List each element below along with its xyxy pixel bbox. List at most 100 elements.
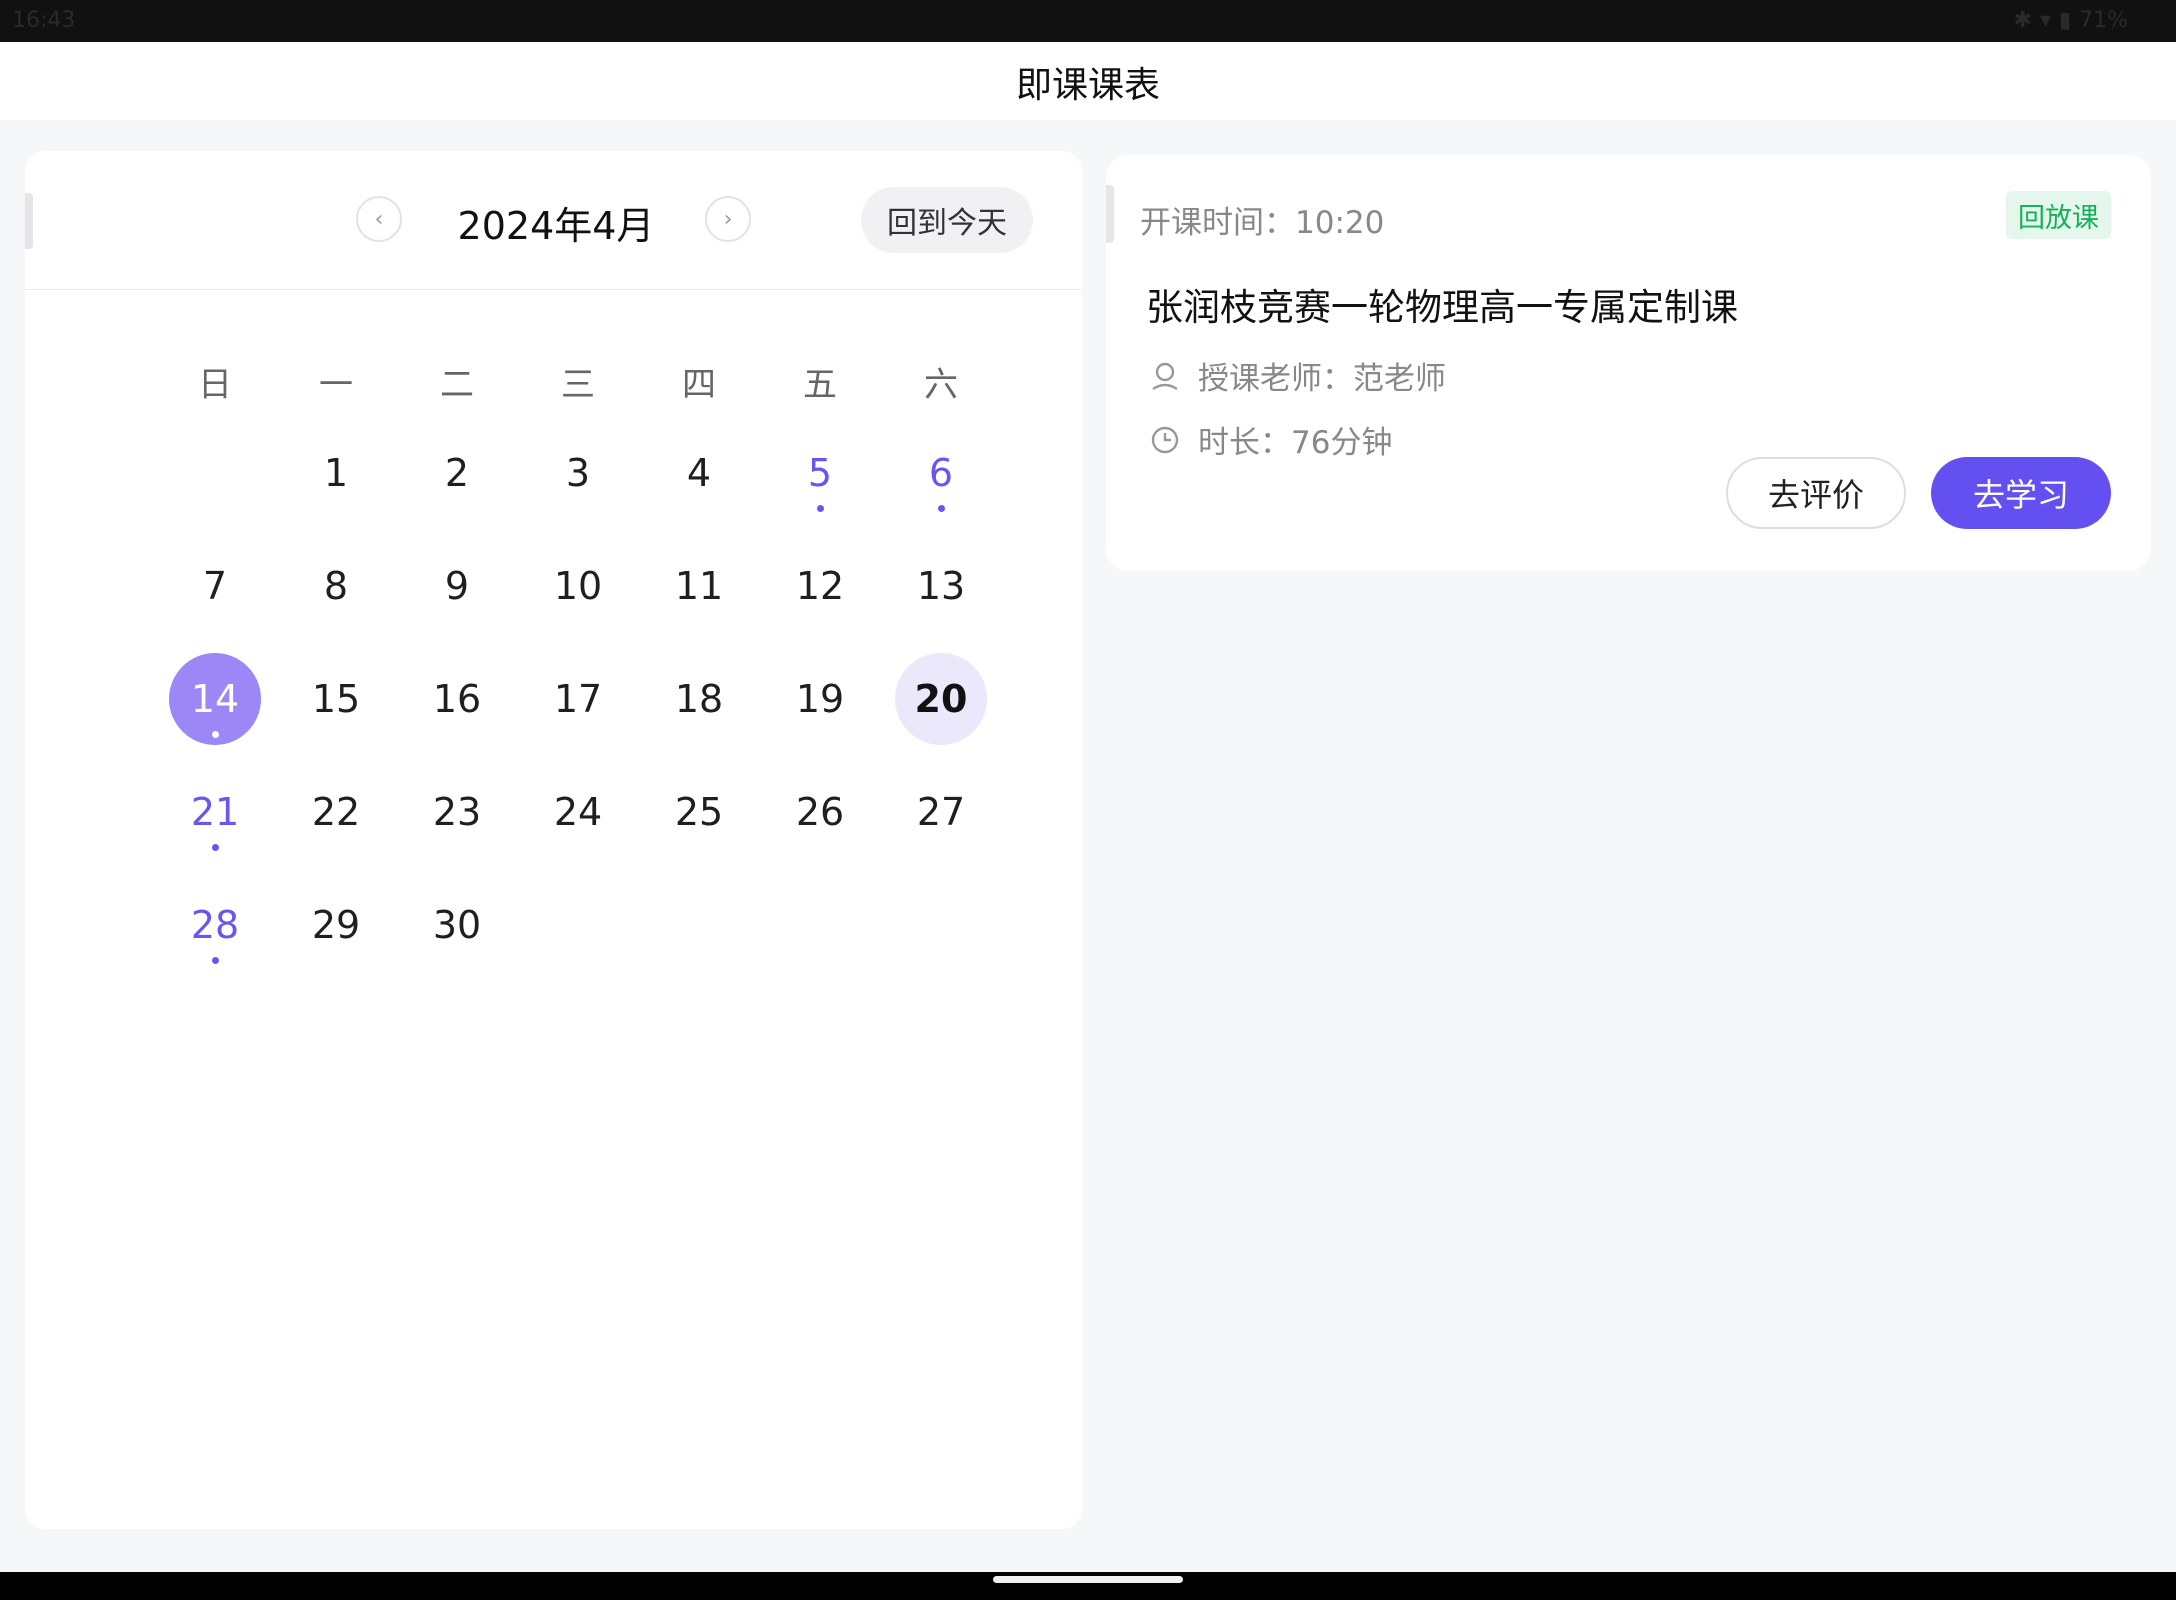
course-indicator-dot — [817, 505, 824, 512]
calendar-day[interactable]: 10 — [532, 540, 624, 632]
course-duration: 时长：76分钟 — [1198, 425, 1393, 461]
battery-level: 71% — [2079, 8, 2128, 33]
weekday-label: 二 — [440, 365, 474, 405]
teacher-name: 授课老师：范老师 — [1198, 361, 1446, 397]
day-number: 25 — [674, 790, 724, 834]
weekday-label: 日 — [198, 365, 232, 405]
day-number: 11 — [674, 564, 724, 608]
calendar-day[interactable]: 17 — [532, 653, 624, 745]
day-number: 26 — [795, 790, 845, 834]
clock-icon — [1151, 426, 1179, 453]
day-number: 3 — [565, 451, 591, 495]
calendar-day[interactable]: 26 — [774, 766, 866, 858]
course-indicator-dot — [212, 731, 219, 738]
calendar-day[interactable]: 13 — [895, 540, 987, 632]
study-button[interactable]: 去学习 — [1931, 457, 2111, 529]
bluetooth-icon: ✱ — [2013, 8, 2032, 33]
calendar-day[interactable]: 2 — [411, 427, 503, 519]
day-number: 10 — [553, 564, 603, 608]
day-number: 23 — [432, 790, 482, 834]
course-type-badge: 回放课 — [2006, 191, 2111, 239]
calendar-day[interactable]: 24 — [532, 766, 624, 858]
day-number: 24 — [553, 790, 603, 834]
day-number: 6 — [928, 451, 954, 495]
calendar-day[interactable]: 12 — [774, 540, 866, 632]
page-title: 即课课表 — [1015, 65, 1160, 106]
course-indicator-dot — [938, 505, 945, 512]
course-card[interactable]: 开课时间：10:20 回放课 张润枝竞赛一轮物理高一专属定制课 授课老师：范老师… — [1106, 155, 2151, 571]
day-number: 29 — [311, 903, 361, 947]
calendar-day[interactable]: 29 — [290, 879, 382, 971]
calendar-day[interactable]: 9 — [411, 540, 503, 632]
day-number: 17 — [553, 677, 603, 721]
home-gesture-handle[interactable] — [993, 1576, 1183, 1583]
course-title: 张润枝竞赛一轮物理高一专属定制课 — [1146, 286, 1738, 329]
calendar-day[interactable]: 27 — [895, 766, 987, 858]
top-bar: 即课课表 — [0, 42, 2176, 120]
calendar-day[interactable]: 3 — [532, 427, 624, 519]
back-to-today-button[interactable]: 回到今天 — [861, 187, 1033, 253]
teacher-row: 授课老师：范老师 — [1150, 353, 1446, 398]
calendar-day[interactable]: 7 — [169, 540, 261, 632]
month-title: 2024年4月 — [457, 204, 655, 248]
day-number: 13 — [916, 564, 966, 608]
card-edge-handle — [1106, 185, 1114, 243]
day-number: 12 — [795, 564, 845, 608]
calendar-day[interactable]: 28 — [169, 879, 261, 971]
calendar-day[interactable]: 30 — [411, 879, 503, 971]
calendar-day[interactable]: 16 — [411, 653, 503, 745]
weekday-label: 五 — [803, 365, 837, 405]
day-number: 7 — [202, 564, 228, 608]
day-number: 1 — [323, 451, 349, 495]
day-number: 19 — [795, 677, 845, 721]
day-number: 2 — [444, 451, 470, 495]
calendar-day[interactable]: 4 — [653, 427, 745, 519]
battery-icon: ▮ — [2058, 8, 2072, 33]
day-number: 28 — [190, 903, 240, 947]
day-number: 8 — [323, 564, 349, 608]
day-number: 15 — [311, 677, 361, 721]
chevron-left-icon: ‹ — [374, 206, 384, 232]
day-number: 30 — [432, 903, 482, 947]
calendar-day[interactable]: 18 — [653, 653, 745, 745]
weekday-label: 六 — [924, 365, 958, 405]
calendar-day[interactable]: 25 — [653, 766, 745, 858]
status-time: 16:43 — [12, 8, 76, 33]
day-number: 20 — [914, 677, 968, 721]
calendar-day[interactable]: 19 — [774, 653, 866, 745]
calendar-day[interactable]: 23 — [411, 766, 503, 858]
calendar-day[interactable]: 5 — [774, 427, 866, 519]
day-number: 21 — [190, 790, 240, 834]
course-start-time: 开课时间：10:20 — [1140, 205, 1385, 241]
calendar-day[interactable]: 15 — [290, 653, 382, 745]
chevron-right-icon: › — [723, 206, 733, 232]
wifi-icon: ▾ — [2039, 8, 2051, 33]
calendar-day[interactable]: 8 — [290, 540, 382, 632]
day-number: 5 — [807, 451, 833, 495]
prev-month-button[interactable]: ‹ — [356, 196, 402, 242]
calendar-day[interactable]: 21 — [169, 766, 261, 858]
calendar-day[interactable]: 14 — [169, 653, 261, 745]
day-number: 4 — [686, 451, 712, 495]
calendar-day[interactable]: 22 — [290, 766, 382, 858]
calendar-day[interactable]: 1 — [290, 427, 382, 519]
weekday-label: 四 — [682, 365, 716, 405]
calendar-header: ‹ 2024年4月 › 回到今天 — [25, 151, 1082, 290]
course-indicator-dot — [212, 844, 219, 851]
course-indicator-dot — [212, 957, 219, 964]
review-button[interactable]: 去评价 — [1726, 457, 1906, 529]
next-month-button[interactable]: › — [705, 196, 751, 242]
duration-row: 时长：76分钟 — [1150, 417, 1392, 462]
calendar-day[interactable]: 11 — [653, 540, 745, 632]
calendar-panel: ‹ 2024年4月 › 回到今天 日一二三四五六 1 2 3 4 5 6 7 8 9 10 11 12… — [25, 151, 1082, 1529]
day-number: 27 — [916, 790, 966, 834]
day-number: 14 — [190, 677, 240, 721]
calendar-day[interactable]: 6 — [895, 427, 987, 519]
day-number: 18 — [674, 677, 724, 721]
day-number: 9 — [444, 564, 470, 608]
day-number: 16 — [432, 677, 482, 721]
weekday-label: 一 — [319, 365, 353, 405]
day-number: 22 — [311, 790, 361, 834]
status-bar: 16:43 ✱ ▾ ▮ 71% — [0, 0, 2176, 42]
calendar-day[interactable]: 20 — [895, 653, 987, 745]
